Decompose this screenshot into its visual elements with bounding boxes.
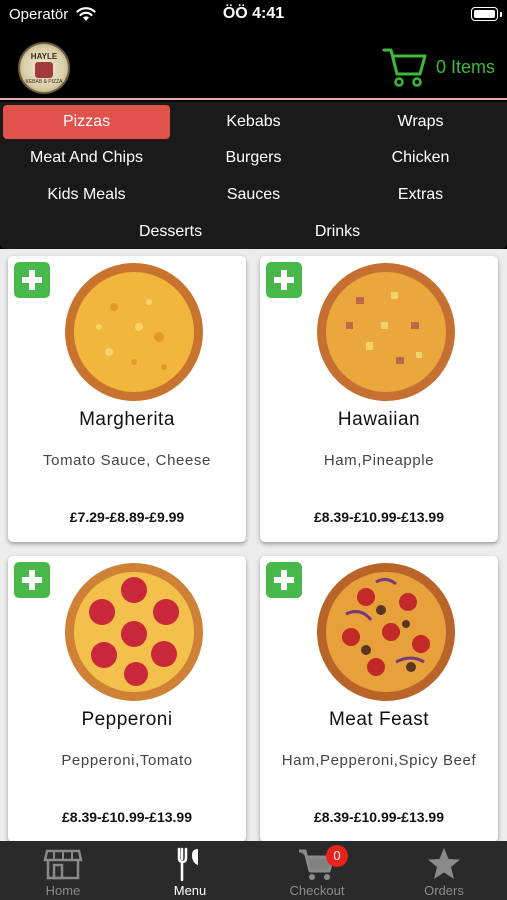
menu-item-card[interactable]: Meat Feast Ham,Pepperoni,Spicy Beef £8.3…: [260, 556, 498, 841]
tab-label: Home: [45, 883, 81, 898]
menu-item-grid: Margherita Tomato Sauce, Cheese £7.29-£8…: [0, 249, 507, 841]
category-drinks[interactable]: Drinks: [254, 215, 421, 249]
item-description: Ham,Pepperoni,Spicy Beef: [281, 752, 477, 769]
item-description: Ham,Pineapple: [323, 452, 435, 469]
item-description: Tomato Sauce, Cheese: [43, 452, 211, 469]
menu-item-card[interactable]: Hawaiian Ham,Pineapple £8.39-£10.99-£13.…: [260, 256, 498, 542]
store-icon: [43, 849, 83, 880]
add-item-button[interactable]: [266, 562, 302, 598]
category-chicken[interactable]: Chicken: [337, 141, 504, 175]
category-sauces[interactable]: Sauces: [170, 178, 337, 212]
item-price: £8.39-£10.99-£13.99: [62, 809, 192, 825]
add-item-button[interactable]: [14, 562, 50, 598]
pizza-image: [317, 563, 455, 701]
add-item-button[interactable]: [266, 262, 302, 298]
cart-item-count: 0 Items: [435, 56, 495, 77]
status-bar: Operatör ÖÖ 4:41: [0, 0, 507, 30]
tab-orders[interactable]: Orders: [381, 841, 507, 900]
pizza-image: [65, 263, 203, 401]
category-burgers[interactable]: Burgers: [170, 141, 337, 175]
battery-icon: [471, 7, 498, 21]
tab-home[interactable]: Home: [0, 841, 126, 900]
category-kids-meals[interactable]: Kids Meals: [3, 178, 170, 212]
item-description: Pepperoni,Tomato: [61, 752, 193, 769]
item-name: Margherita: [79, 409, 175, 430]
cart-icon: [382, 48, 427, 87]
pizza-image: [317, 263, 455, 401]
menu-item-card[interactable]: Pepperoni Pepperoni,Tomato £8.39-£10.99-…: [8, 556, 246, 841]
clock: ÖÖ 4:41: [222, 5, 285, 22]
tab-label: Orders: [424, 883, 464, 898]
tab-label: Checkout: [289, 883, 345, 898]
header-cart-button[interactable]: 0 Items: [382, 44, 495, 90]
add-item-button[interactable]: [14, 262, 50, 298]
logo-subtext: KEBAB & PIZZA: [25, 78, 63, 85]
tab-checkout[interactable]: 0 Checkout: [254, 841, 380, 900]
category-extras[interactable]: Extras: [337, 178, 504, 212]
logo-emblem: [35, 61, 53, 78]
category-pizzas[interactable]: Pizzas: [3, 105, 170, 139]
category-wraps[interactable]: Wraps: [337, 105, 504, 139]
category-kebabs[interactable]: Kebabs: [170, 105, 337, 139]
restaurant-logo[interactable]: HAYLE KEBAB & PIZZA: [18, 42, 70, 94]
item-price: £8.39-£10.99-£13.99: [314, 809, 444, 825]
category-desserts[interactable]: Desserts: [87, 215, 254, 249]
cart-badge: 0: [326, 845, 348, 867]
app-header: HAYLE KEBAB & PIZZA 0 Items: [0, 30, 507, 100]
logo-text: HAYLE: [30, 51, 58, 61]
tab-label: Menu: [173, 883, 207, 898]
item-name: Hawaiian: [337, 409, 421, 430]
pizza-image: [65, 563, 203, 701]
cutlery-icon: [177, 847, 198, 881]
category-meat-and-chips[interactable]: Meat And Chips: [3, 141, 170, 175]
tab-menu[interactable]: Menu: [127, 841, 253, 900]
item-price: £8.39-£10.99-£13.99: [314, 509, 444, 525]
category-menu: Pizzas Kebabs Wraps Meat And Chips Burge…: [0, 102, 507, 249]
menu-item-card[interactable]: Margherita Tomato Sauce, Cheese £7.29-£8…: [8, 256, 246, 542]
item-name: Meat Feast: [328, 709, 430, 730]
item-name: Pepperoni: [81, 709, 173, 730]
item-price: £7.29-£8.89-£9.99: [69, 509, 185, 525]
bottom-tab-bar: Home Menu 0 Checkout Orders: [0, 841, 507, 900]
star-icon: [428, 848, 460, 879]
